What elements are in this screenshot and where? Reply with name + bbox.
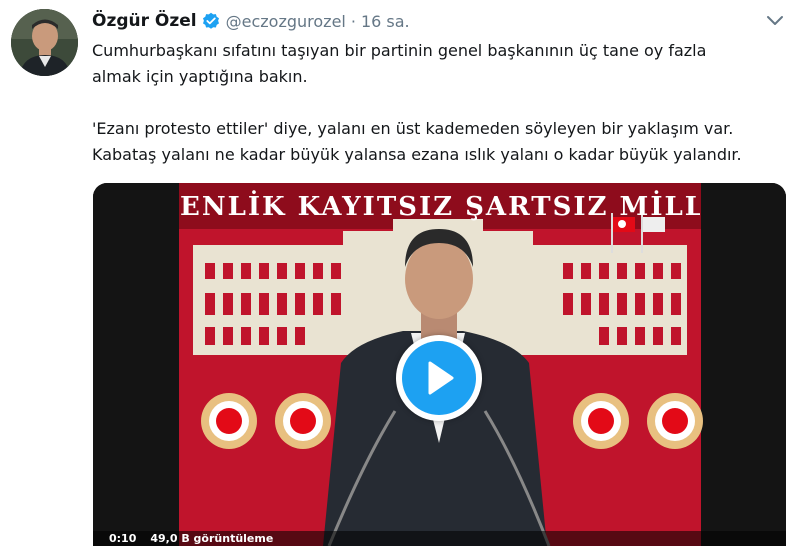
play-button[interactable] <box>396 335 482 421</box>
tweet-header: Özgür Özel @eczozgurozel · 16 sa. <box>92 9 410 33</box>
tweet-text-line: almak için yaptığına bakın. <box>92 67 308 86</box>
avatar[interactable] <box>11 9 78 76</box>
tweet-card[interactable]: Özgür Özel @eczozgurozel · 16 sa. Cumhur… <box>0 0 797 546</box>
display-name[interactable]: Özgür Özel <box>92 11 197 31</box>
separator-dot: · <box>350 11 356 31</box>
video-player[interactable]: ENLİK KAYITSIZ ŞARTSIZ MİLLETİNDİ 0:10 4… <box>93 183 786 546</box>
video-info-bar: 0:10 49,0 B görüntüleme <box>93 531 786 546</box>
tweet-text-line: Kabataş yalanı ne kadar büyük yalansa ez… <box>92 145 742 164</box>
play-icon <box>428 361 454 395</box>
tweet-text-line: Cumhurbaşkanı sıfatını taşıyan bir parti… <box>92 41 707 60</box>
tweet-text: Cumhurbaşkanı sıfatını taşıyan bir parti… <box>92 38 782 168</box>
chevron-down-icon[interactable] <box>764 12 786 30</box>
verified-badge-icon <box>202 12 220 30</box>
video-views: 49,0 B görüntüleme <box>150 532 274 545</box>
banner-text: ENLİK KAYITSIZ ŞARTSIZ MİLLETİNDİ <box>180 192 700 222</box>
video-time: 0:10 <box>109 532 137 545</box>
tweet-text-line: 'Ezanı protesto ettiler' diye, yalanı en… <box>92 119 734 138</box>
tweet-timestamp[interactable]: 16 sa. <box>361 12 410 31</box>
user-handle[interactable]: @eczozgurozel <box>226 12 346 31</box>
